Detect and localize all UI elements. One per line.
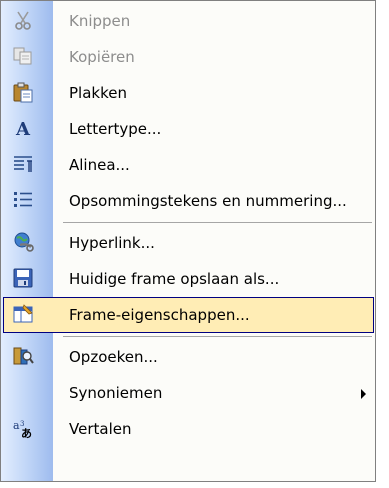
svg-text:あ: あ xyxy=(21,427,32,439)
menu-item-label: Kopiëren xyxy=(69,48,135,66)
bullets-icon xyxy=(14,192,32,207)
menu-item-opsommingstekens[interactable]: Opsommingstekens en nummering... xyxy=(3,183,374,219)
menu-item-label: Huidige frame opslaan als... xyxy=(69,270,280,288)
menu-item-synoniemen[interactable]: Synoniemen xyxy=(3,375,374,411)
copy-icon xyxy=(13,47,32,65)
submenu-arrow-icon xyxy=(361,389,366,399)
menu-item-label: Vertalen xyxy=(69,420,132,438)
save-icon xyxy=(13,268,33,288)
menu-item-alinea[interactable]: Alinea... xyxy=(3,147,374,183)
frame-properties-icon xyxy=(13,304,33,323)
menu-item-label: Synoniemen xyxy=(69,384,163,402)
menu-item-label: Knippen xyxy=(69,12,131,30)
svg-text:A: A xyxy=(15,119,31,139)
svg-text:a: a xyxy=(13,419,20,432)
context-menu: Knippen Kopiëren Plakken A Lettertype... xyxy=(0,0,376,482)
menu-item-opzoeken[interactable]: Opzoeken... xyxy=(3,339,374,375)
menu-separator xyxy=(63,336,372,337)
research-icon xyxy=(13,347,34,365)
paste-icon xyxy=(13,82,33,103)
menu-item-label: Alinea... xyxy=(69,156,130,174)
menu-item-label: Plakken xyxy=(69,84,127,102)
font-icon: A xyxy=(15,119,31,139)
menu-item-huidige-frame-opslaan[interactable]: Huidige frame opslaan als... xyxy=(3,261,374,297)
menu-item-label: Lettertype... xyxy=(69,120,162,138)
translate-icon: a 3 あ xyxy=(13,419,32,439)
menu-item-kopieren[interactable]: Kopiëren xyxy=(3,39,374,75)
menu-separator xyxy=(63,222,372,223)
menu-item-hyperlink[interactable]: Hyperlink... xyxy=(3,225,374,261)
menu-item-plakken[interactable]: Plakken xyxy=(3,75,374,111)
menu-item-label: Opsommingstekens en nummering... xyxy=(69,192,347,210)
menu-item-label: Opzoeken... xyxy=(69,348,158,366)
hyperlink-icon xyxy=(14,232,34,252)
scissors-icon xyxy=(15,11,31,30)
menu-item-label: Hyperlink... xyxy=(69,234,155,252)
menu-item-label: Frame-eigenschappen... xyxy=(69,306,250,324)
paragraph-icon xyxy=(14,156,32,172)
menu-item-knippen[interactable]: Knippen xyxy=(3,3,374,39)
menu-item-frame-eigenschappen[interactable]: Frame-eigenschappen... xyxy=(3,297,374,333)
menu-item-vertalen[interactable]: a 3 あ Vertalen xyxy=(3,411,374,447)
menu-item-lettertype[interactable]: A Lettertype... xyxy=(3,111,374,147)
